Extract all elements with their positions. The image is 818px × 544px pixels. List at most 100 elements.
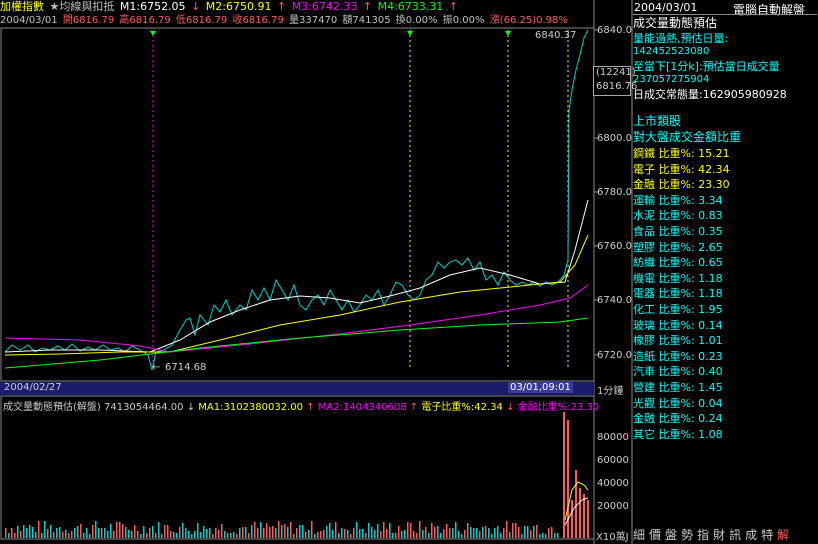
volume-bar [380,531,382,538]
volume-arrow-icon: ↓ [186,402,196,413]
menu-item[interactable]: 價 [649,526,661,543]
volume-bar [101,528,103,538]
volume-bar [107,531,109,538]
sector-row[interactable]: 橡膠 比重%: 1.01 [633,333,723,349]
volume-bar [512,523,514,538]
sector-row[interactable]: 塑膠 比重%: 2.65 [633,240,723,256]
volume-bar [206,529,208,538]
volume-bar [314,534,316,538]
sector-row[interactable]: 玻璃 比重%: 0.14 [633,318,723,334]
volume-bar [134,525,136,538]
volume-bar [404,530,406,538]
volume-bar [329,523,331,538]
volume-bar [401,531,403,538]
sector-row[interactable]: 光觀 比重%: 0.04 [633,396,723,412]
sector-row[interactable]: 鋼鐵 比重%: 15.21 [633,146,730,162]
menu-item[interactable]: 訊 [729,526,741,543]
sector-row[interactable]: 金融 比重%: 23.30 [633,177,730,193]
volume-bar [359,529,361,538]
volume-bar [17,526,19,538]
volume-bar [305,532,307,538]
volume-bar [59,527,61,538]
volume-bar [554,533,556,538]
volume-bar [224,531,226,538]
volume-bar [149,528,151,538]
minute-forecast-value: 237057275904 [633,74,710,85]
volume-bar [557,533,559,538]
volume-bar [53,532,55,538]
volume-bar [161,534,163,538]
ma4-line [4,317,589,369]
volume-bar [455,522,457,538]
volume-bar [194,531,196,538]
volume-bar [485,526,487,538]
volume-bar [440,533,442,538]
menu-item[interactable]: 指 [697,526,709,543]
sector-ratio: 比重%: 42.34 [655,162,730,176]
period-select[interactable]: 1分鐘 [597,382,623,397]
date-left: 2004/02/27 [4,382,62,393]
sector-row[interactable]: 造紙 比重%: 0.23 [633,349,723,365]
sector-row[interactable]: 運輸 比重%: 3.34 [633,193,723,209]
volume-bar [536,525,538,538]
sector-row[interactable]: 電器 比重%: 1.18 [633,286,723,302]
low-price-label: 6714.68 [165,362,207,373]
volume-bar [515,523,517,538]
volume-bar [389,523,391,538]
volume-bar [467,523,469,538]
sector-row[interactable]: 紡織 比重%: 0.65 [633,255,723,271]
volume-bar [242,527,244,538]
volume-bar [164,525,166,538]
menu-item[interactable]: 成 [745,526,757,543]
volume-bar [41,533,43,538]
volume-bar [392,533,394,538]
menu-item[interactable]: 解 [777,526,789,543]
volume-bar [368,523,370,538]
volume-bar [413,531,415,538]
volume-bar [509,532,511,538]
sector-name: 水泥 [633,209,655,223]
volume-bar [98,528,100,538]
volume-bar [446,524,448,538]
menu-item[interactable]: 勢 [681,526,693,543]
volume-bar [62,532,64,538]
volume-bar [185,528,187,538]
volume-bar [353,528,355,538]
volume-bar [332,530,334,538]
volume-bar [497,526,499,538]
volume-bar [407,522,409,538]
sector-name: 金融 [633,178,655,192]
cursor-value: 12241 [599,67,632,78]
volume-bar [518,527,520,538]
menu-item[interactable]: 盤 [665,526,677,543]
low-arrow-icon: ← [152,362,161,373]
volume-bar [152,526,154,538]
sector-row[interactable]: 化工 比重%: 1.95 [633,302,723,318]
volume-bar [38,521,40,538]
volume-bar [371,527,373,538]
volume-bar [80,524,82,538]
volume-bar [143,526,145,538]
sector-row[interactable]: 營建 比重%: 1.45 [633,380,723,396]
menu-item[interactable]: 特 [761,526,773,543]
volume-bar [182,523,184,538]
volume-fin-ratio: 金融比重%:23.30 [517,402,600,413]
menu-item[interactable]: 財 [713,526,725,543]
volume-bar [170,531,172,538]
volume-bar [335,522,337,538]
sector-row[interactable]: 金融 比重%: 0.24 [633,411,723,427]
menu-item[interactable]: 細 [633,526,645,543]
volume-bar [275,528,277,538]
volume-bar [293,534,295,538]
sector-name: 機電 [633,271,655,285]
volume-bar [239,528,241,538]
sector-row[interactable]: 汽車 比重%: 0.40 [633,364,723,380]
sector-name: 運輸 [633,193,655,207]
sector-row[interactable]: 水泥 比重%: 0.83 [633,208,723,224]
sector-row[interactable]: 機電 比重%: 1.18 [633,271,723,287]
sector-row[interactable]: 其它 比重%: 1.08 [633,427,723,443]
sector-row[interactable]: 食品 比重%: 0.35 [633,224,723,240]
sector-row[interactable]: 電子 比重%: 42.34 [633,162,730,178]
volume-bar [296,528,298,538]
sector-name: 化工 [633,303,655,316]
